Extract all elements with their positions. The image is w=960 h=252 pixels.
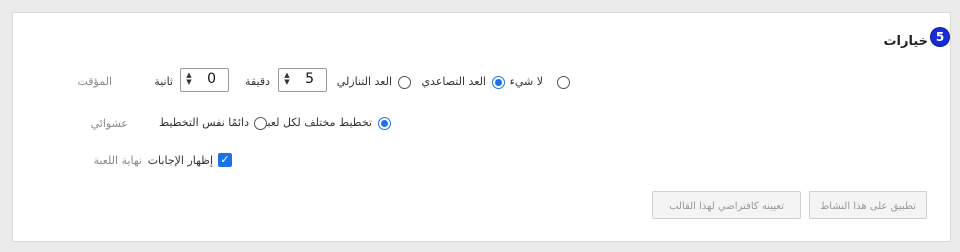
minutes-value[interactable]: 5 <box>305 71 314 87</box>
set-as-default-button[interactable]: تعيينه كافتراضي لهذا القالب <box>652 191 801 219</box>
stepper-arrows-icon[interactable]: ▲ ▼ <box>283 72 291 86</box>
random-label: عشوائي <box>90 117 128 130</box>
seconds-stepper[interactable]: ▲ ▼ 0 <box>180 68 229 92</box>
show-answers-label[interactable]: إظهار الإجابات <box>148 154 213 167</box>
section-number-badge: 5 <box>931 28 949 46</box>
show-answers-checkbox[interactable]: ✓ <box>218 153 232 167</box>
timer-count-down-label[interactable]: العد التنازلي <box>337 75 392 88</box>
timer-count-down-radio[interactable] <box>398 76 411 89</box>
timer-label: المؤقت <box>77 75 112 88</box>
stepper-arrows-icon[interactable]: ▲ ▼ <box>185 72 193 86</box>
section-title: خيارات <box>883 34 928 49</box>
seconds-unit-label: ثانية <box>154 75 173 88</box>
game-end-label: نهاية اللعبة <box>93 154 142 167</box>
minutes-unit-label: دقيقة <box>245 75 270 88</box>
timer-none-radio[interactable] <box>557 76 570 89</box>
random-same-layout-radio[interactable] <box>254 117 267 130</box>
timer-count-up-radio[interactable] <box>492 76 505 89</box>
minutes-stepper[interactable]: ▲ ▼ 5 <box>278 68 327 92</box>
random-different-layout-radio[interactable] <box>378 117 391 130</box>
timer-none-label[interactable]: لا شيء <box>510 75 543 88</box>
apply-to-activity-button[interactable]: تطبيق على هذا النشاط <box>809 191 927 219</box>
random-same-layout-label[interactable]: دائمًا نفس التخطيط <box>159 116 249 129</box>
random-different-layout-label[interactable]: تخطيط مختلف لكل لعبة <box>262 116 372 129</box>
seconds-value[interactable]: 0 <box>207 71 216 87</box>
timer-count-up-label[interactable]: العد التصاعدي <box>421 75 486 88</box>
